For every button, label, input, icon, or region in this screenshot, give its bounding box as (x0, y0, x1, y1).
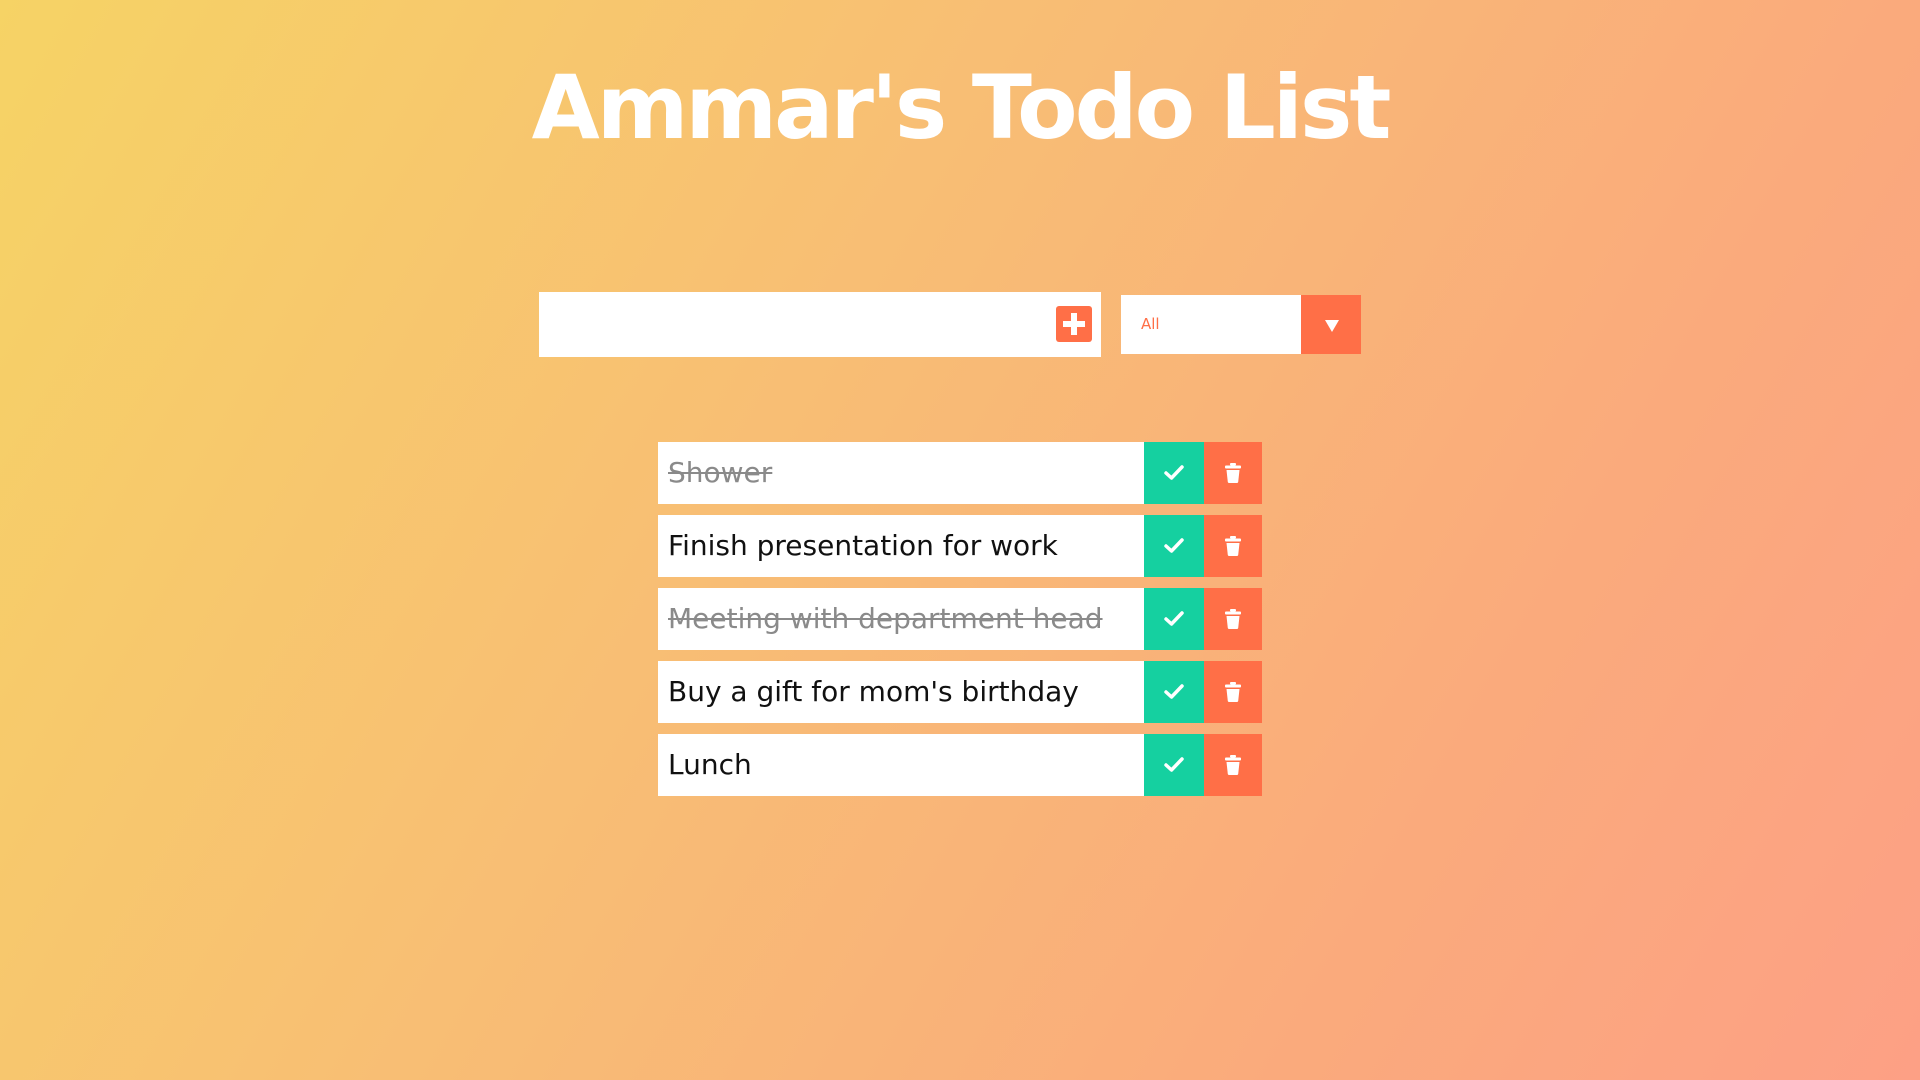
trash-icon (1225, 755, 1241, 775)
check-icon (1164, 538, 1184, 553)
complete-button[interactable] (1144, 515, 1204, 577)
todo-text: Lunch (668, 748, 752, 781)
check-icon (1164, 611, 1184, 626)
filter-selected-value: All (1141, 315, 1160, 333)
todo-text: Buy a gift for mom's birthday (668, 675, 1079, 708)
todo-list: Shower Finish presentation for work Meetin… (658, 442, 1262, 807)
delete-button[interactable] (1204, 515, 1262, 577)
todo-item: Finish presentation for work (658, 515, 1262, 577)
filter-dropdown-button[interactable] (1301, 295, 1361, 354)
plus-icon (1063, 313, 1085, 335)
todo-input-box (539, 292, 1101, 357)
complete-button[interactable] (1144, 442, 1204, 504)
complete-button[interactable] (1144, 734, 1204, 796)
page-title: Ammar's Todo List (531, 56, 1392, 159)
check-icon (1164, 684, 1184, 699)
check-icon (1164, 757, 1184, 772)
delete-button[interactable] (1204, 442, 1262, 504)
todo-text: Finish presentation for work (668, 529, 1058, 562)
delete-button[interactable] (1204, 661, 1262, 723)
todo-item: Buy a gift for mom's birthday (658, 661, 1262, 723)
todo-input[interactable] (539, 292, 1039, 357)
trash-icon (1225, 463, 1241, 483)
trash-icon (1225, 682, 1241, 702)
caret-down-icon (1325, 320, 1339, 332)
add-todo-button[interactable] (1056, 306, 1092, 342)
todo-text: Meeting with department head (668, 602, 1103, 635)
todo-text: Shower (668, 456, 773, 489)
todo-item: Shower (658, 442, 1262, 504)
todo-item: Meeting with department head (658, 588, 1262, 650)
complete-button[interactable] (1144, 661, 1204, 723)
filter-select[interactable]: All (1121, 295, 1361, 354)
trash-icon (1225, 536, 1241, 556)
delete-button[interactable] (1204, 734, 1262, 796)
delete-button[interactable] (1204, 588, 1262, 650)
check-icon (1164, 465, 1184, 480)
todo-item: Lunch (658, 734, 1262, 796)
trash-icon (1225, 609, 1241, 629)
complete-button[interactable] (1144, 588, 1204, 650)
